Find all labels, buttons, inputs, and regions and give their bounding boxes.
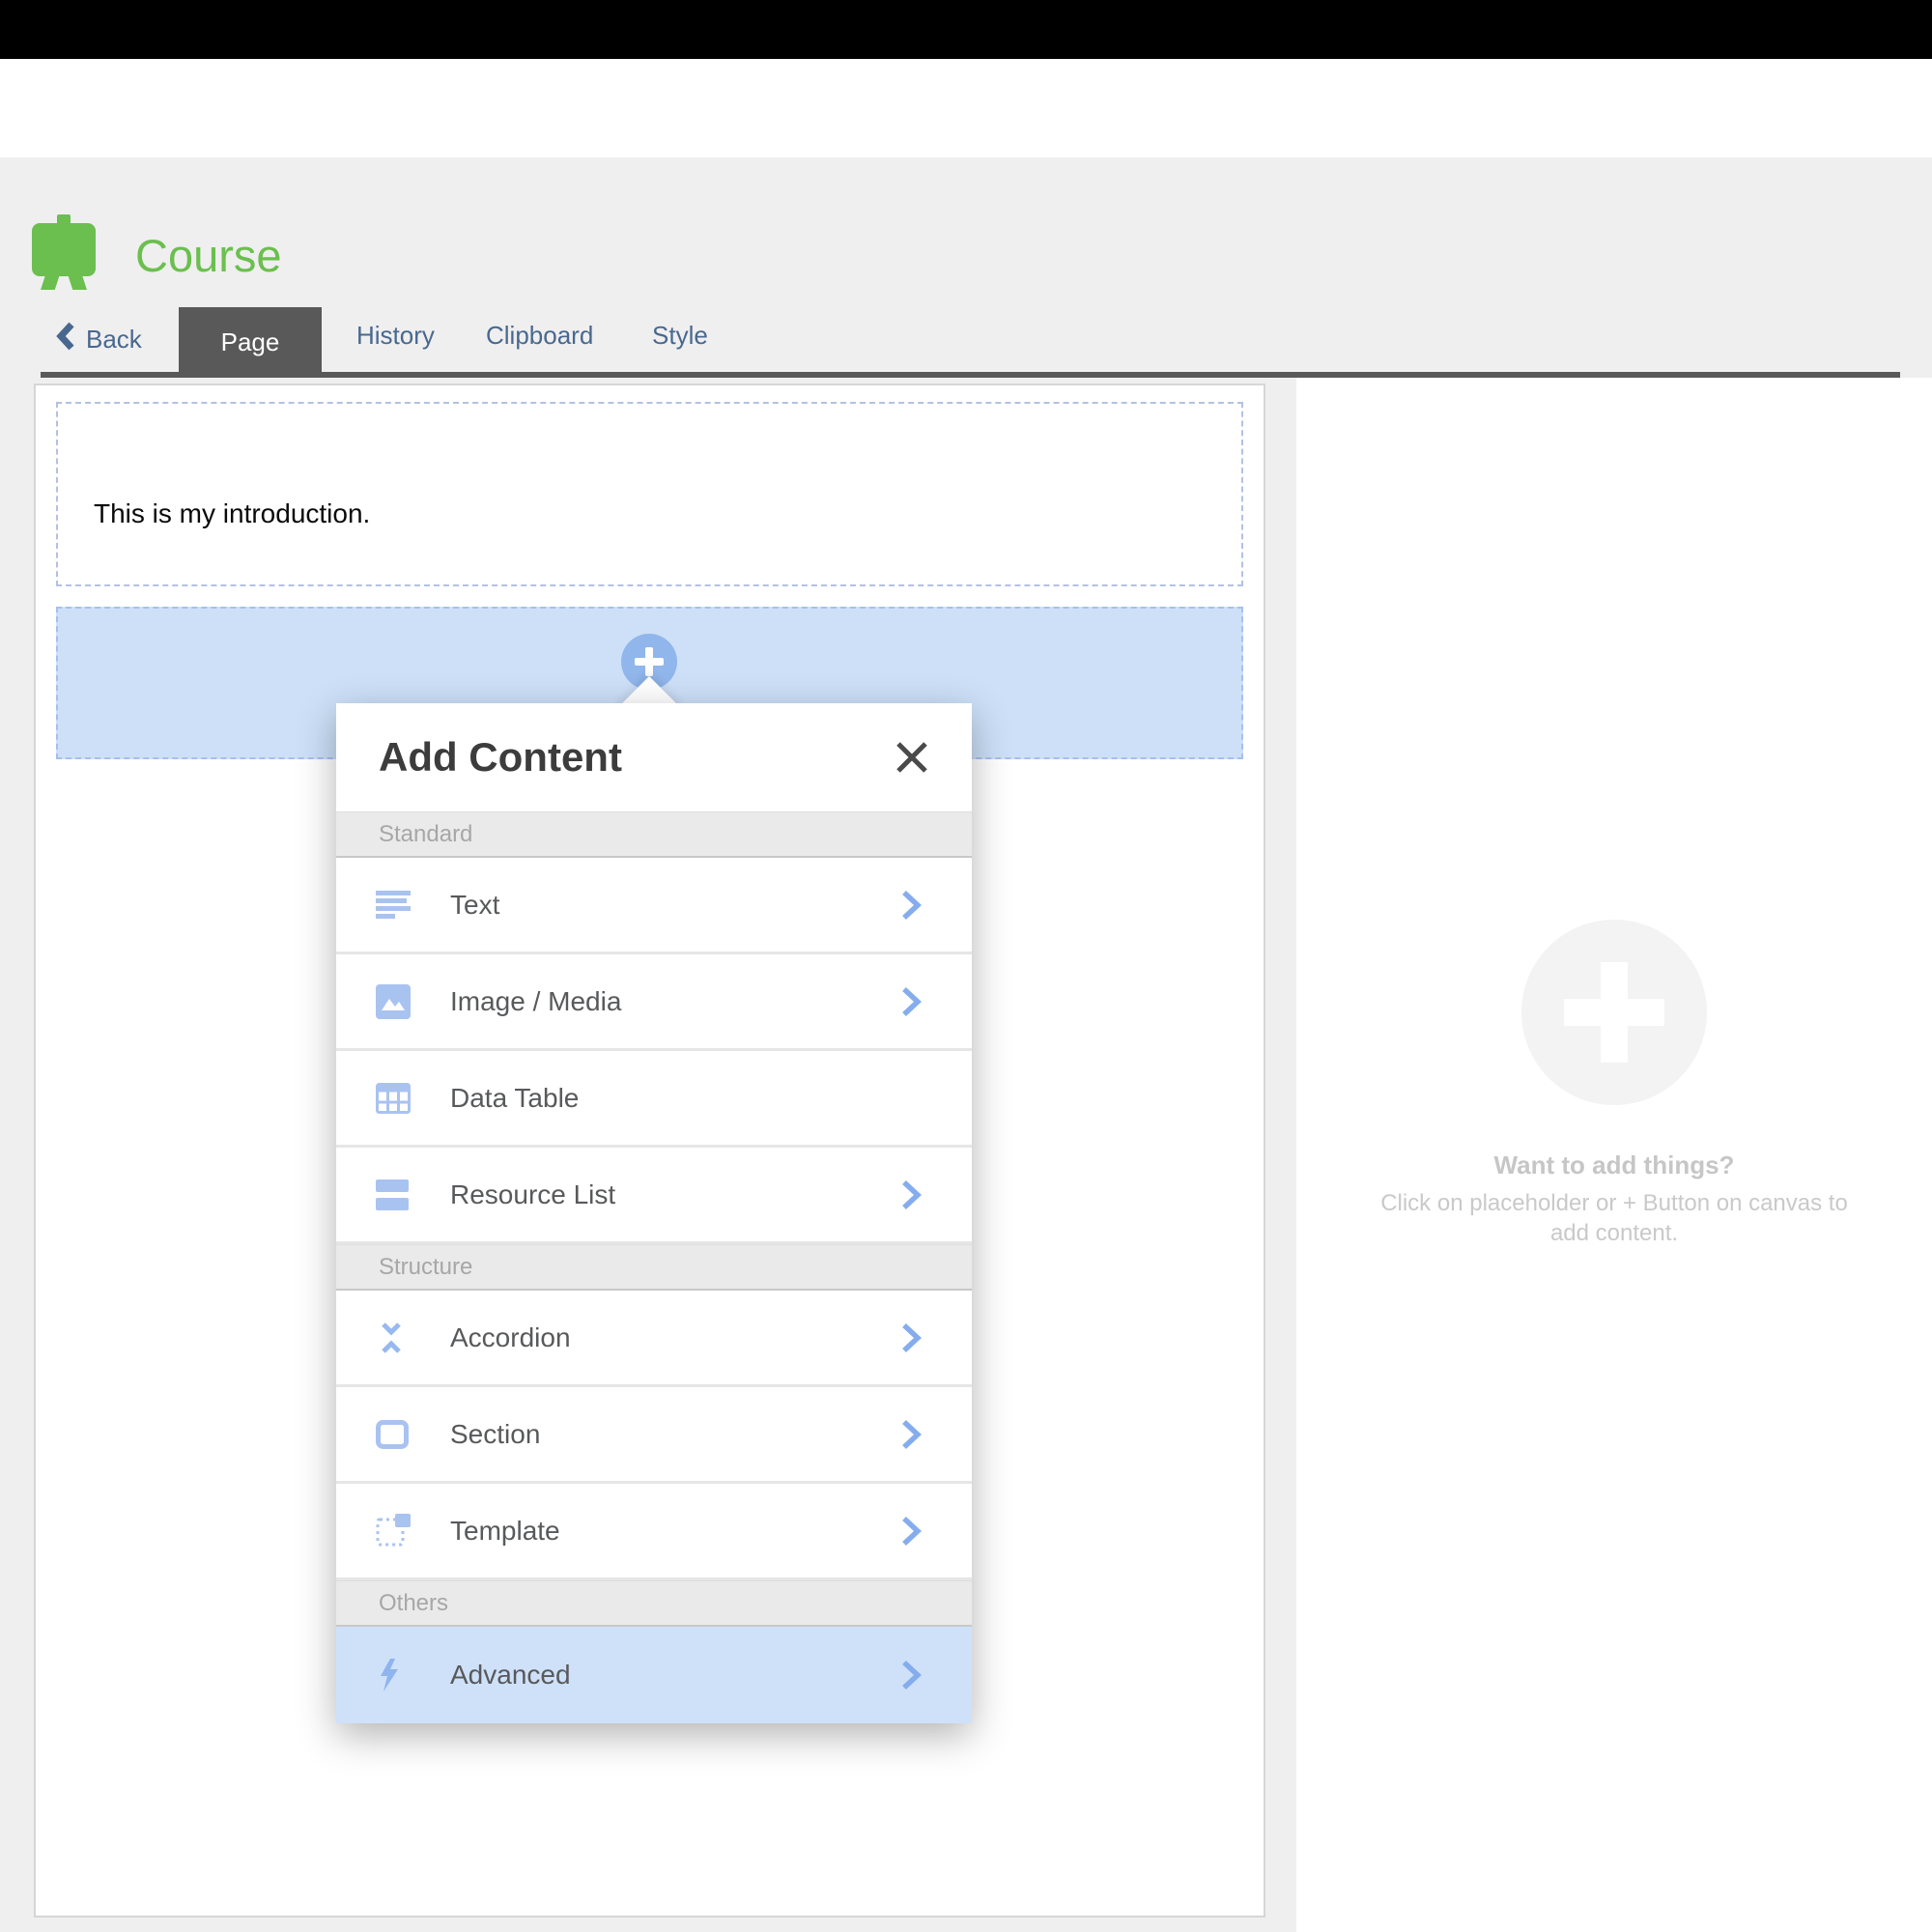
menu-item-resource-list[interactable]: Resource List [336, 1148, 972, 1244]
popup-title: Add Content [379, 734, 622, 781]
popup-section-label: Structure [336, 1244, 972, 1291]
tab-page[interactable]: Page [179, 307, 322, 378]
menu-item-label: Image / Media [450, 986, 900, 1017]
menu-item-label: Advanced [450, 1660, 900, 1690]
hint-body: Click on placeholder or + Button on canv… [1363, 1188, 1865, 1248]
page-title: Course [135, 229, 282, 282]
hint-heading: Want to add things? [1363, 1151, 1865, 1180]
paragraph-block[interactable]: This is my introduction. [56, 402, 1243, 586]
image-icon [376, 984, 412, 1019]
menu-item-advanced[interactable]: Advanced [336, 1627, 972, 1723]
properties-panel: Want to add things? Click on placeholder… [1296, 378, 1932, 1932]
menu-item-label: Resource List [450, 1179, 900, 1210]
chevron-right-icon [900, 1659, 922, 1691]
back-chevron-icon [55, 321, 76, 358]
white-band [0, 59, 1932, 157]
add-content-popup: Add Content Standard Text Image / Media Dat… [336, 703, 972, 1723]
back-button[interactable]: Back [55, 321, 142, 358]
menu-item-template[interactable]: Template [336, 1484, 972, 1580]
section-icon [376, 1420, 412, 1449]
menu-item-image-media[interactable]: Image / Media [336, 954, 972, 1051]
tab-clipboard[interactable]: Clipboard [486, 321, 593, 351]
lightning-icon [376, 1658, 412, 1692]
resource-list-icon [376, 1179, 412, 1210]
intro-paragraph-text: This is my introduction. [94, 498, 370, 529]
chevron-right-icon [900, 1179, 922, 1211]
menu-item-accordion[interactable]: Accordion [336, 1291, 972, 1387]
popup-section-label: Others [336, 1580, 972, 1627]
top-black-bar [0, 0, 1932, 59]
course-easel-icon [32, 214, 96, 290]
placeholder-hint: Want to add things? Click on placeholder… [1363, 1151, 1865, 1248]
accordion-icon [376, 1321, 412, 1354]
menu-item-label: Text [450, 890, 900, 921]
close-icon[interactable] [891, 736, 933, 779]
popup-header: Add Content [336, 703, 972, 811]
menu-item-label: Section [450, 1419, 900, 1450]
menu-item-label: Template [450, 1516, 900, 1547]
data-table-icon [376, 1083, 412, 1114]
template-icon [376, 1514, 412, 1548]
chevron-right-icon [900, 889, 922, 922]
big-plus-placeholder-icon[interactable] [1521, 920, 1707, 1105]
chevron-right-icon [900, 985, 922, 1018]
chevron-right-icon [900, 1418, 922, 1451]
menu-item-label: Accordion [450, 1322, 900, 1353]
popup-section-label: Standard [336, 811, 972, 858]
tab-history[interactable]: History [356, 321, 435, 351]
text-lines-icon [376, 891, 412, 920]
chevron-right-icon [900, 1321, 922, 1354]
menu-item-data-table[interactable]: Data Table [336, 1051, 972, 1148]
back-label: Back [86, 325, 142, 355]
menu-item-text[interactable]: Text [336, 858, 972, 954]
tab-style[interactable]: Style [652, 321, 708, 351]
chevron-right-icon [900, 1515, 922, 1548]
menu-item-section[interactable]: Section [336, 1387, 972, 1484]
menu-item-label: Data Table [450, 1083, 922, 1114]
